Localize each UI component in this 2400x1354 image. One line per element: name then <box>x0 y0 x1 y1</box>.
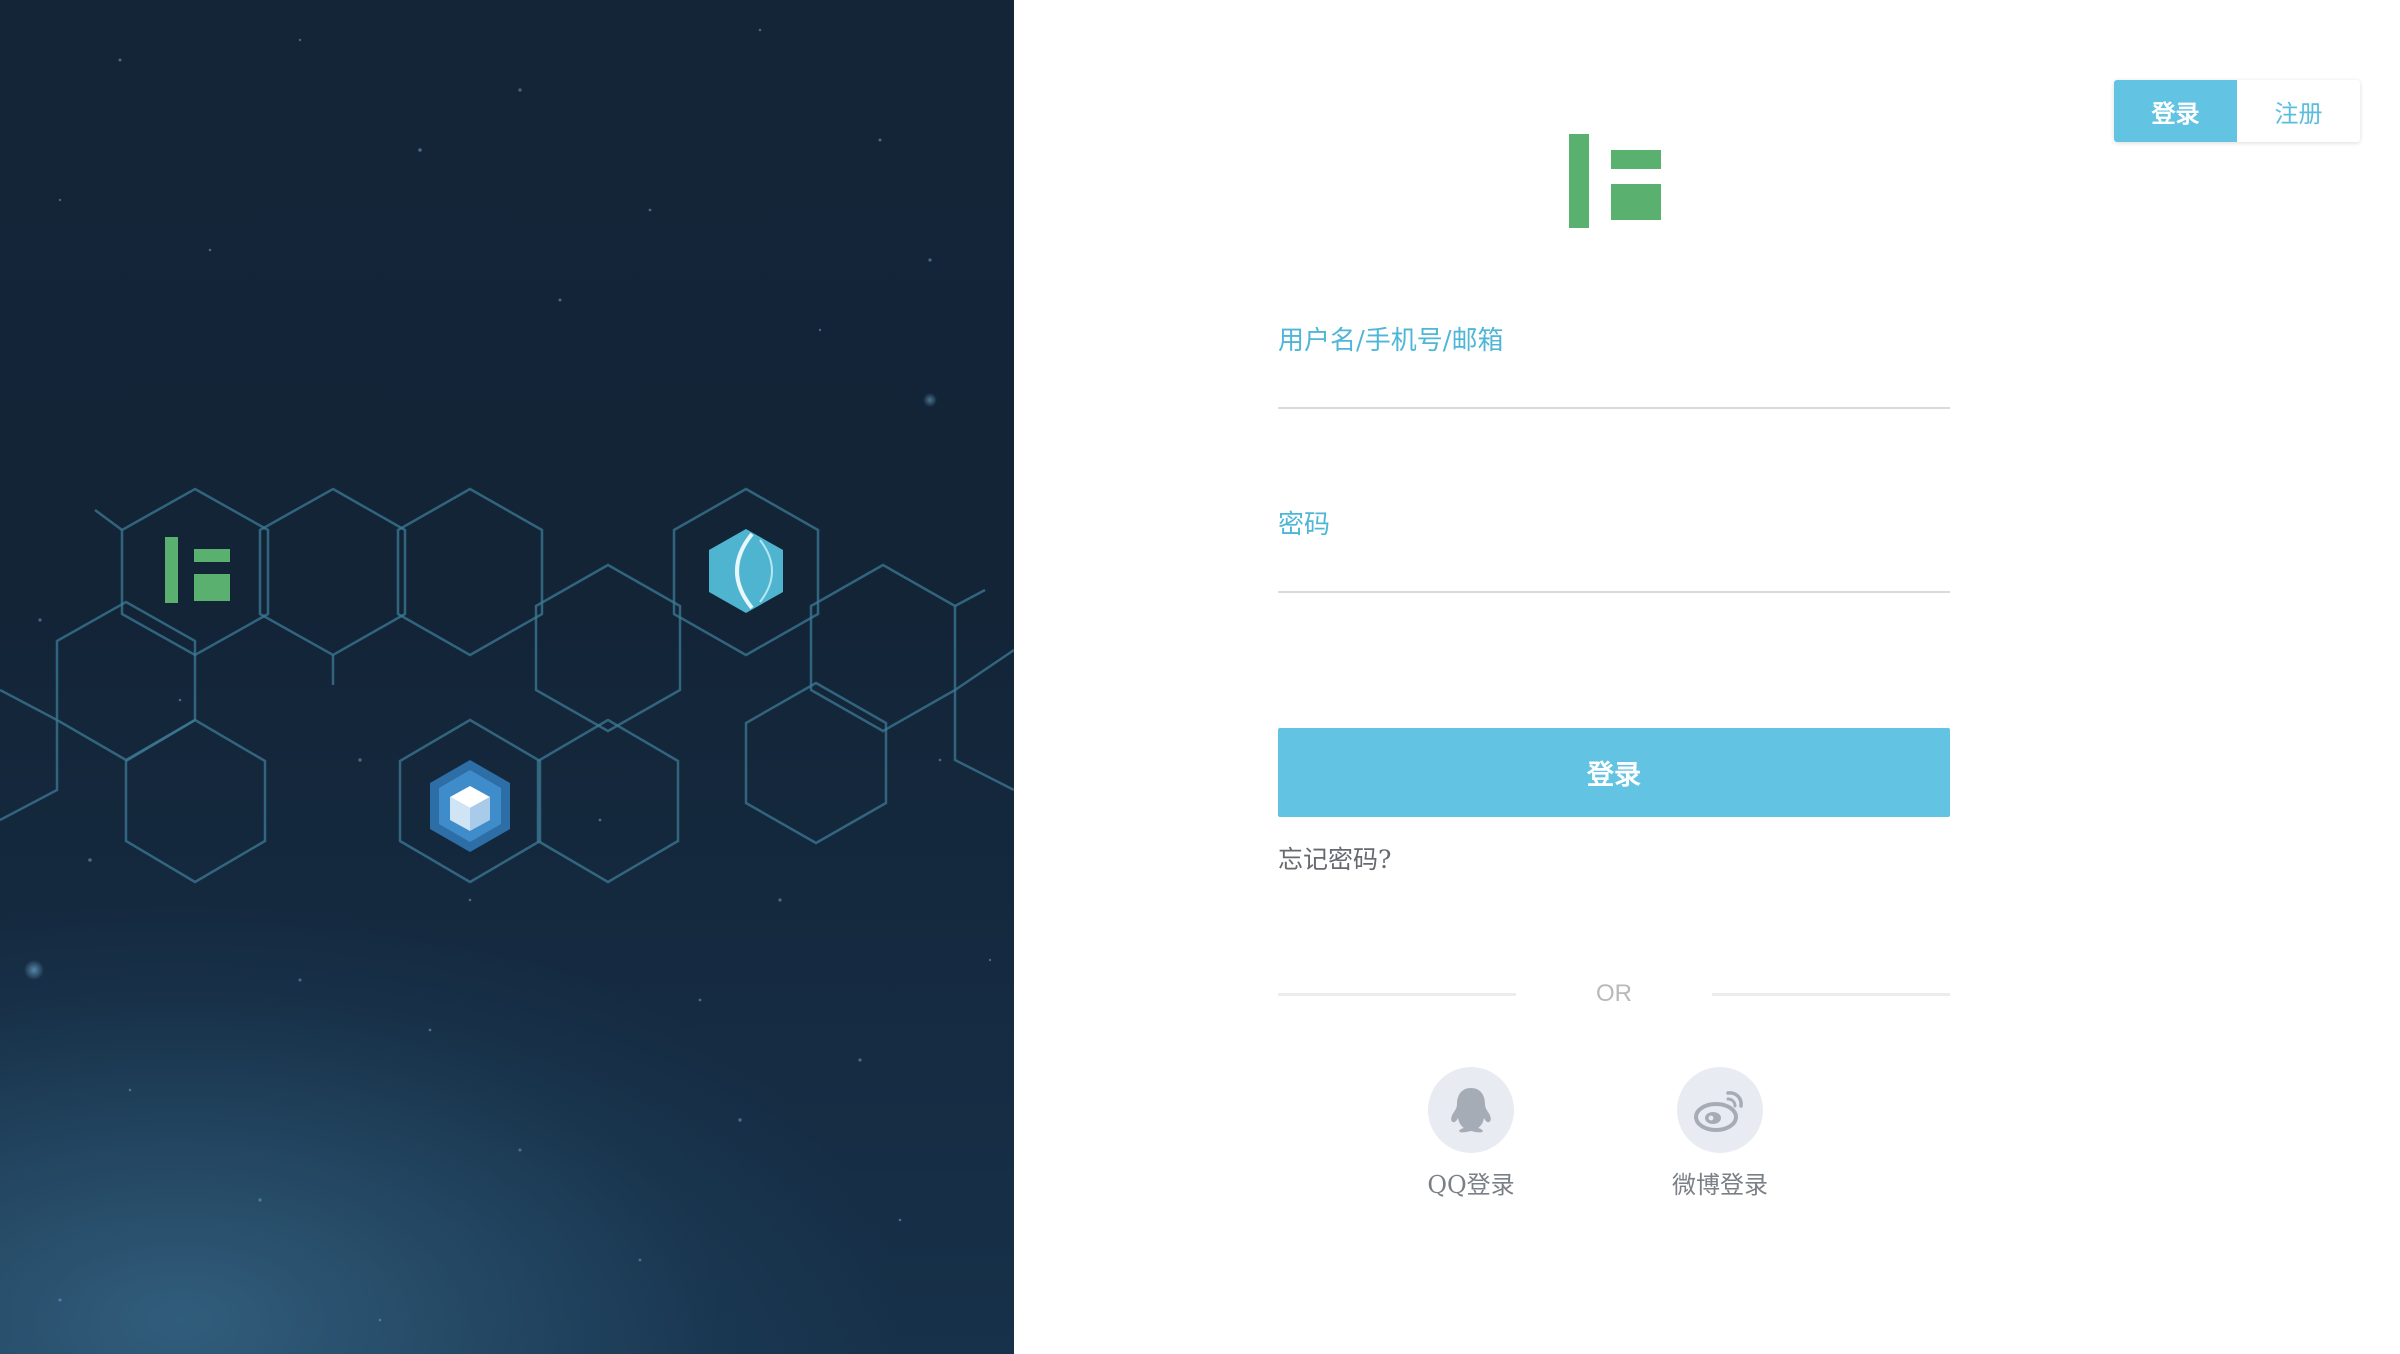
login-submit-button[interactable]: 登录 <box>1278 728 1950 817</box>
username-input[interactable] <box>1278 357 1950 409</box>
star-field <box>38 28 992 1322</box>
weibo-login-button[interactable]: 微博登录 <box>1665 1067 1775 1200</box>
hero-illustration-panel <box>0 0 1014 1354</box>
username-label: 用户名/手机号/邮箱 <box>1278 326 1504 356</box>
brand-logo-bar <box>1569 134 1589 228</box>
password-field: 密码 <box>1278 504 1950 593</box>
or-divider: OR <box>1278 980 1950 1010</box>
hex-lens-icon <box>709 529 783 613</box>
cube-icon <box>430 760 510 852</box>
username-field: 用户名/手机号/邮箱 <box>1278 320 1950 409</box>
forgot-password-link[interactable]: 忘记密码? <box>1278 840 1391 876</box>
weibo-login-label: 微博登录 <box>1672 1171 1768 1199</box>
login-panel: 登录 注册 用户名/手机号/邮箱 密码 登录 忘记密码? OR QQ登录 微博登… <box>1014 0 2400 1354</box>
brand-logo-icon <box>165 537 230 603</box>
password-input[interactable] <box>1278 541 1950 593</box>
qq-circle <box>1428 1067 1514 1153</box>
auth-tabs: 登录 注册 <box>2114 80 2360 142</box>
tab-register[interactable]: 注册 <box>2237 80 2360 142</box>
qq-login-button[interactable]: QQ登录 <box>1416 1067 1526 1200</box>
tab-login[interactable]: 登录 <box>2114 80 2237 142</box>
qq-penguin-icon <box>1451 1088 1491 1133</box>
hexagon-network-illustration <box>0 28 1014 1322</box>
divider-line <box>1712 993 1950 996</box>
brand-logo <box>1569 134 1665 228</box>
weibo-circle <box>1677 1067 1763 1153</box>
weibo-icon <box>1694 1091 1743 1132</box>
brand-logo-bar <box>1611 150 1661 169</box>
password-label: 密码 <box>1278 510 1331 540</box>
brand-logo-bar <box>1611 184 1661 220</box>
qq-login-label: QQ登录 <box>1427 1171 1515 1199</box>
